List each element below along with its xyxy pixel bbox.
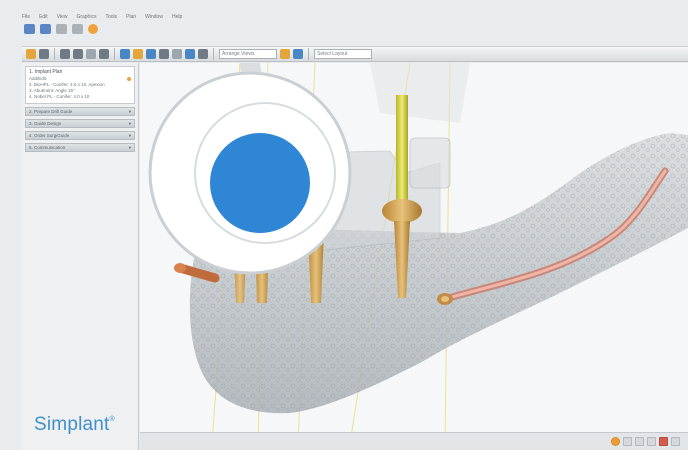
brand-name: Simplant <box>34 414 110 435</box>
menu-edit[interactable]: Edit <box>39 14 48 20</box>
help-icon[interactable] <box>88 24 98 34</box>
slice-icon[interactable] <box>172 49 182 59</box>
settings-icon[interactable] <box>293 49 303 59</box>
save-icon[interactable] <box>24 24 35 34</box>
alert-icon[interactable] <box>659 437 668 446</box>
step-label: 2. Prepare Drill Guide <box>29 109 73 114</box>
zoom-icon[interactable] <box>185 49 195 59</box>
3d-viewport[interactable] <box>140 63 688 443</box>
main-toolbar: Arrange Views Select Layout <box>22 46 688 62</box>
chevron-down-icon: ▾ <box>128 145 131 150</box>
contrast-icon[interactable] <box>159 49 169 59</box>
status-bar <box>140 432 688 450</box>
measure-icon[interactable] <box>73 49 83 59</box>
implant-icon[interactable] <box>120 49 130 59</box>
menu-help[interactable]: Help <box>172 14 182 20</box>
workflow-step-drill-guide[interactable]: 2. Prepare Drill Guide ▾ <box>25 107 135 116</box>
toolbar-divider <box>308 48 309 60</box>
menu-view[interactable]: View <box>57 14 68 20</box>
view-top-icon[interactable] <box>647 437 656 446</box>
workflow-step-order[interactable]: 4. Order SurgiGuide ▾ <box>25 131 135 140</box>
view-select[interactable]: Arrange Views <box>219 49 277 59</box>
view-side-icon[interactable] <box>635 437 644 446</box>
view-icon[interactable] <box>60 49 70 59</box>
workflow-step-guide-design[interactable]: 3. Guide Design ▾ <box>25 119 135 128</box>
open-icon[interactable] <box>40 24 51 34</box>
simplant-logo: Simplant® <box>34 414 115 436</box>
step-label: 4. Order SurgiGuide <box>29 133 70 138</box>
redo-icon[interactable] <box>72 24 83 34</box>
folder-icon[interactable] <box>26 49 36 59</box>
grid-icon[interactable] <box>198 49 208 59</box>
workflow-step-communication[interactable]: 5. Communication ▾ <box>25 143 135 152</box>
toolbar-divider <box>54 48 55 60</box>
menu-file[interactable]: File <box>22 14 30 20</box>
status-icons <box>611 437 680 446</box>
simplant-window: File Edit View Graphics Tools Plan Windo… <box>0 0 688 450</box>
toolbar-divider <box>213 48 214 60</box>
pan-icon[interactable] <box>99 49 109 59</box>
guide-icon[interactable] <box>146 49 156 59</box>
workflow-step-active[interactable]: 1. Implant Plan Add/Edit 2. BioHPL - Con… <box>25 66 135 104</box>
screenshot-icon[interactable] <box>671 437 680 446</box>
chevron-down-icon: ▾ <box>128 133 131 138</box>
nerve-icon[interactable] <box>133 49 143 59</box>
undo-icon[interactable] <box>56 24 67 34</box>
menu-plan[interactable]: Plan <box>126 14 136 20</box>
record-icon[interactable] <box>611 437 620 446</box>
layout-icon[interactable] <box>39 49 49 59</box>
menu-bar: File Edit View Graphics Tools Plan Windo… <box>22 12 642 21</box>
step-label: 5. Communication <box>29 145 66 150</box>
menu-graphics[interactable]: Graphics <box>76 14 96 20</box>
status-dot-icon <box>127 77 131 81</box>
chevron-down-icon: ▾ <box>128 121 131 126</box>
menu-tools[interactable]: Tools <box>105 14 117 20</box>
view-front-icon[interactable] <box>623 437 632 446</box>
camera-icon[interactable] <box>280 49 290 59</box>
menu-window[interactable]: Window <box>145 14 163 20</box>
implant-entry[interactable]: 4. Nobel PL - Conifer: 4.0 x 10 <box>29 94 131 100</box>
quick-access-toolbar <box>24 24 98 34</box>
step-label: 3. Guide Design <box>29 121 62 126</box>
layout-select[interactable]: Select Layout <box>314 49 372 59</box>
toolbar-divider <box>114 48 115 60</box>
workflow-panel: 1. Implant Plan Add/Edit 2. BioHPL - Con… <box>22 63 139 450</box>
rotate-icon[interactable] <box>86 49 96 59</box>
brand-mark: ® <box>109 416 115 423</box>
step-title: 1. Implant Plan <box>29 69 63 75</box>
orientation-widget[interactable] <box>140 63 360 283</box>
chevron-down-icon: ▾ <box>128 109 131 114</box>
